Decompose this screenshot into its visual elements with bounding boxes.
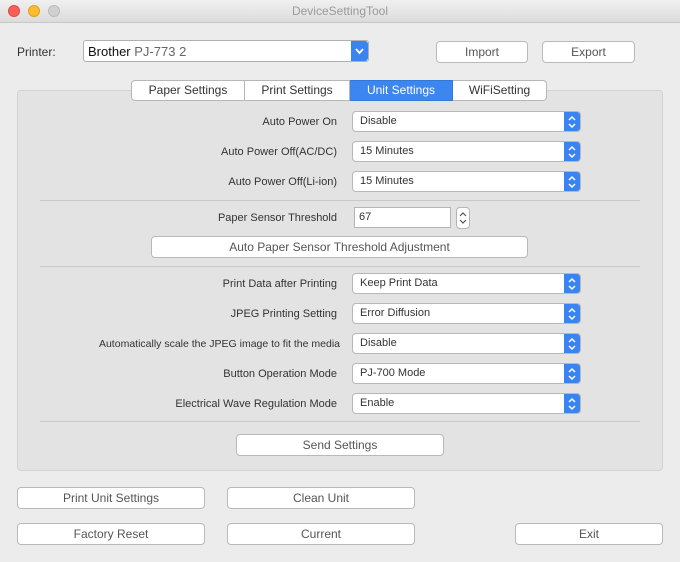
print-data-after-printing-value: Keep Print Data <box>360 277 438 289</box>
auto-power-off-liion-value: 15 Minutes <box>360 175 414 187</box>
auto-scale-jpeg-value: Disable <box>360 337 397 349</box>
electrical-wave-regulation-select[interactable]: Enable <box>352 393 581 414</box>
updown-chevron-icon <box>564 172 580 191</box>
tab-bar: Paper Settings Print Settings Unit Setti… <box>131 80 547 101</box>
electrical-wave-regulation-label: Electrical Wave Regulation Mode <box>175 398 337 410</box>
button-operation-mode-label: Button Operation Mode <box>223 368 337 380</box>
button-operation-mode-value: PJ-700 Mode <box>360 367 426 379</box>
auto-scale-jpeg-label: Automatically scale the JPEG image to fi… <box>98 338 340 350</box>
auto-power-off-liion-label: Auto Power Off(Li-ion) <box>228 176 337 188</box>
updown-chevron-icon <box>564 274 580 293</box>
auto-power-on-label: Auto Power On <box>262 116 337 128</box>
divider <box>40 200 640 201</box>
exit-button[interactable]: Exit <box>515 523 663 545</box>
auto-power-off-acdc-label: Auto Power Off(AC/DC) <box>221 146 337 158</box>
app-window: DeviceSettingTool Printer: Brother PJ-77… <box>0 0 680 562</box>
print-unit-settings-button[interactable]: Print Unit Settings <box>17 487 205 509</box>
tab-print-settings[interactable]: Print Settings <box>245 80 350 101</box>
updown-chevron-icon <box>564 364 580 383</box>
electrical-wave-regulation-value: Enable <box>360 397 395 409</box>
jpeg-printing-setting-label: JPEG Printing Setting <box>230 308 337 320</box>
send-settings-button[interactable]: Send Settings <box>236 434 444 456</box>
window-title: DeviceSettingTool <box>291 4 389 18</box>
chevron-down-icon[interactable] <box>351 41 368 61</box>
button-operation-mode-select[interactable]: PJ-700 Mode <box>352 363 581 384</box>
current-button[interactable]: Current <box>227 523 415 545</box>
printer-brand: Brother <box>88 44 131 59</box>
import-button[interactable]: Import <box>436 41 528 63</box>
auto-power-on-value: Disable <box>360 115 397 127</box>
auto-power-off-liion-select[interactable]: 15 Minutes <box>352 171 581 192</box>
updown-chevron-icon <box>564 304 580 323</box>
printer-model: PJ-773 2 <box>134 44 187 59</box>
export-button[interactable]: Export <box>542 41 635 63</box>
tab-wifi-setting[interactable]: WiFiSetting <box>453 80 547 101</box>
title-bar: DeviceSettingTool <box>0 0 680 23</box>
tab-unit-settings[interactable]: Unit Settings <box>350 80 453 101</box>
jpeg-printing-setting-select[interactable]: Error Diffusion <box>352 303 581 324</box>
clean-unit-button[interactable]: Clean Unit <box>227 487 415 509</box>
auto-scale-jpeg-select[interactable]: Disable <box>352 333 581 354</box>
printer-select[interactable]: Brother PJ-773 2 <box>83 40 369 62</box>
stepper-icon[interactable] <box>456 207 470 229</box>
auto-power-on-select[interactable]: Disable <box>352 111 581 132</box>
paper-sensor-threshold-value: 67 <box>359 211 372 223</box>
updown-chevron-icon <box>564 394 580 413</box>
printer-label: Printer: <box>17 45 56 59</box>
updown-chevron-icon <box>564 334 580 353</box>
tab-paper-settings[interactable]: Paper Settings <box>131 80 245 101</box>
paper-sensor-threshold-label: Paper Sensor Threshold <box>217 212 337 224</box>
auto-threshold-adjustment-button[interactable]: Auto Paper Sensor Threshold Adjustment <box>151 236 528 258</box>
divider <box>40 266 640 267</box>
factory-reset-button[interactable]: Factory Reset <box>17 523 205 545</box>
divider <box>40 421 640 422</box>
auto-power-off-acdc-select[interactable]: 15 Minutes <box>352 141 581 162</box>
print-data-after-printing-select[interactable]: Keep Print Data <box>352 273 581 294</box>
print-data-after-printing-label: Print Data after Printing <box>222 278 337 290</box>
updown-chevron-icon <box>564 112 580 131</box>
jpeg-printing-setting-value: Error Diffusion <box>360 307 431 319</box>
updown-chevron-icon <box>564 142 580 161</box>
paper-sensor-threshold-input[interactable]: 67 <box>354 207 451 228</box>
auto-power-off-acdc-value: 15 Minutes <box>360 145 414 157</box>
